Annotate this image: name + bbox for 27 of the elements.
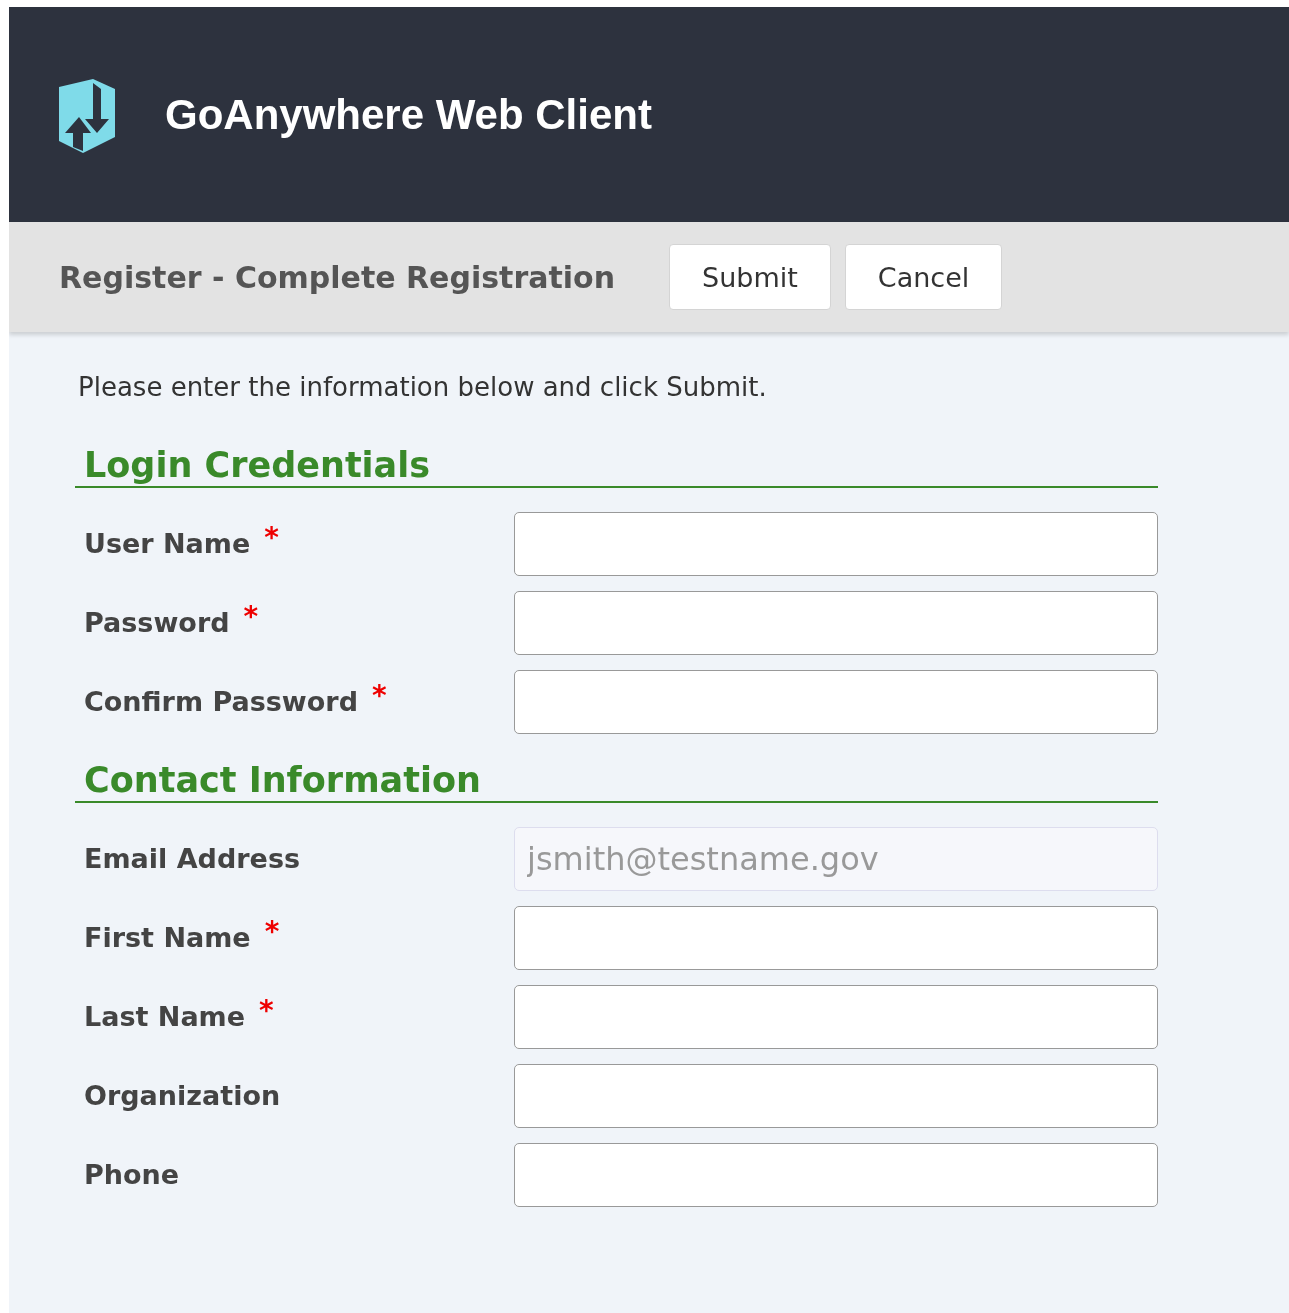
required-mark: * [264, 915, 280, 948]
required-mark: * [243, 600, 259, 633]
section-heading: Login Credentials [75, 444, 1158, 488]
input-field[interactable] [514, 1063, 1158, 1128]
field-label: First Name [84, 922, 251, 953]
cancel-button[interactable]: Cancel [844, 244, 1003, 310]
field-label: Email Address [84, 843, 301, 874]
required-mark: * [372, 679, 387, 712]
required-mark: * [259, 994, 274, 1027]
field-label: Last Name [84, 1001, 246, 1032]
input-field[interactable] [514, 984, 1158, 1049]
section-heading: Contact Information [75, 759, 1158, 803]
input-field[interactable] [514, 590, 1158, 655]
input-field[interactable] [514, 511, 1158, 576]
required-mark: * [264, 521, 279, 554]
field-label: Password [84, 607, 230, 638]
input-field[interactable] [514, 905, 1158, 970]
input-field[interactable] [514, 669, 1158, 734]
field-label: Confirm Password [84, 686, 358, 717]
page-title: Register - Complete Registration [59, 259, 616, 295]
field-label: Phone [84, 1159, 180, 1190]
app-title: GoAnywhere Web Client [165, 90, 652, 139]
input-field[interactable] [514, 1142, 1158, 1207]
instruction-text: Please enter the information below and click Submit. [78, 372, 768, 402]
submit-button[interactable]: Submit [669, 244, 831, 310]
field-label: Organization [84, 1080, 281, 1111]
field-label: User Name [84, 528, 251, 559]
